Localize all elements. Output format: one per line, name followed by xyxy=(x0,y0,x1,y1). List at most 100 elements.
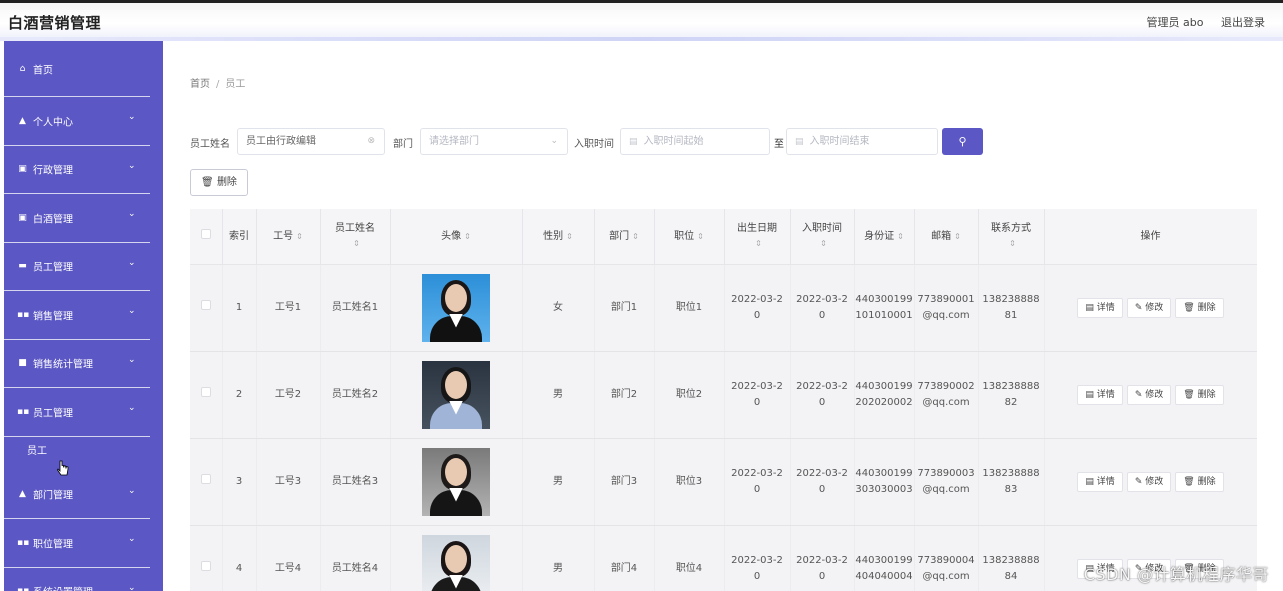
sort-icon[interactable]: ⇕ xyxy=(755,239,762,248)
sidebar-item-label: 部门管理 xyxy=(33,490,73,502)
cell-index: 3 xyxy=(222,438,257,526)
sort-icon[interactable]: ⇕ xyxy=(954,232,961,241)
cell-position: 职位3 xyxy=(654,438,725,526)
sidebar-item-label: 行政管理 xyxy=(33,165,73,177)
edit-button[interactable]: ✎ 修改 xyxy=(1126,384,1172,405)
delete-button[interactable]: 🗑︎ 删除 xyxy=(1175,471,1224,492)
detail-button[interactable]: ▤ 详情 xyxy=(1077,384,1123,405)
sort-icon[interactable]: ⇕ xyxy=(566,232,573,241)
bulk-delete-button[interactable]: 🗑︎ 删除 xyxy=(190,169,248,196)
cell-birth: 2022-03-2 0 xyxy=(724,264,791,352)
search-button[interactable]: ⚲ xyxy=(942,128,983,155)
main-content: 首页 / 员工 员工姓名 员工由行政编辑 ⊗ 部门 请选择部门 ⌄ 入职时间 ▤ 入职… xyxy=(163,41,1283,591)
chevron-down-icon: ⌄ xyxy=(128,160,136,171)
trash-icon: 🗑︎ xyxy=(1183,389,1195,400)
sidebar-item[interactable]: ▣ 行政管理 ⌄ xyxy=(4,146,150,194)
name-search-input[interactable]: 员工由行政编辑 ⊗ xyxy=(237,128,385,155)
col-dept[interactable]: 部门 ⇕ xyxy=(594,209,655,265)
select-all-checkbox[interactable] xyxy=(200,228,211,239)
grid-icon: ▪▪ xyxy=(17,537,30,548)
cell-hire: 2022-03-2 0 xyxy=(790,351,855,439)
cell-phone: 138238888 84 xyxy=(978,525,1045,591)
breadcrumb-home[interactable]: 首页 xyxy=(190,79,210,90)
header-user-area: 管理员 abo 退出登录 xyxy=(1133,14,1265,30)
chevron-down-icon: ⌄ xyxy=(128,306,136,317)
sidebar-subitem-employee[interactable]: 员工 xyxy=(4,437,150,471)
cell-emp-no: 工号2 xyxy=(256,351,321,439)
table-row[interactable]: 2 工号2 员工姓名2 男部门2 职位2 2022-03-2 0 2022-03-2 0 44… xyxy=(190,351,1257,439)
sidebar-item-label: 系统设置管理 xyxy=(33,584,93,591)
trash-icon: 🗑︎ xyxy=(201,177,214,188)
row-checkbox[interactable] xyxy=(200,299,211,310)
col-position[interactable]: 职位 ⇕ xyxy=(654,209,725,265)
cell-birth: 2022-03-2 0 xyxy=(724,525,791,591)
delete-button[interactable]: 🗑︎ 删除 xyxy=(1175,297,1224,318)
col-hire-date[interactable]: 入职时间 ⇕ xyxy=(790,209,855,265)
sort-icon[interactable]: ⇕ xyxy=(897,232,904,241)
sort-icon[interactable]: ⇕ xyxy=(296,232,303,241)
table-row[interactable]: 1 工号1 员工姓名1 女部门1 职位1 2022-03-2 0 2022-03-2 0 44… xyxy=(190,264,1257,352)
sidebar-item[interactable]: ▪▪ 销售管理 ⌄ xyxy=(4,291,150,340)
cell-email: 773890004 @qq.com xyxy=(914,525,979,591)
col-phone[interactable]: 联系方式 ⇕ xyxy=(978,209,1045,265)
col-gender[interactable]: 性别 ⇕ xyxy=(522,209,595,265)
row-checkbox[interactable] xyxy=(200,386,211,397)
sidebar-item[interactable]: ▣ 白酒管理 ⌄ xyxy=(4,194,150,243)
clear-icon[interactable]: ⊗ xyxy=(367,129,375,154)
delete-button[interactable]: 🗑︎ 删除 xyxy=(1175,384,1224,405)
detail-button[interactable]: ▤ 详情 xyxy=(1077,297,1123,318)
avatar-cell xyxy=(390,438,523,526)
col-emp-no[interactable]: 工号 ⇕ xyxy=(256,209,321,265)
name-label: 员工姓名 xyxy=(190,139,230,150)
dept-select[interactable]: 请选择部门 ⌄ xyxy=(420,128,568,155)
detail-button[interactable]: ▤ 详情 xyxy=(1077,471,1123,492)
logout-link[interactable]: 退出登录 xyxy=(1221,16,1265,29)
search-icon: ⚲ xyxy=(958,135,967,148)
admin-label: 管理员 abo xyxy=(1146,16,1204,29)
table-header-row: 索引 工号 ⇕ 员工姓名 ⇕ 头像 ⇕ 性别 ⇕ 部门 ⇕ 职位 ⇕ 出生日期 ⇕ 入职时间 ⇕… xyxy=(190,209,1257,265)
sort-icon[interactable]: ⇕ xyxy=(820,239,827,248)
row-checkbox[interactable] xyxy=(200,560,211,571)
table-row[interactable]: 3 工号3 员工姓名3 男部门3 职位3 2022-03-2 0 2022-03-2 0 44… xyxy=(190,438,1257,526)
sidebar-item[interactable]: ▪▪ 员工管理 ⌄ xyxy=(4,388,150,437)
edit-button[interactable]: ✎ 修改 xyxy=(1126,471,1172,492)
cell-id-card: 440300199 202020002 xyxy=(854,351,915,439)
sort-icon[interactable]: ⇕ xyxy=(632,232,639,241)
sidebar-item[interactable]: ▲ 个人中心 ⌄ xyxy=(4,97,150,146)
chevron-down-icon: ⌄ xyxy=(128,209,136,220)
avatar xyxy=(422,273,490,342)
row-select-cell xyxy=(190,525,223,591)
sidebar-item[interactable]: ⌂ 首页 xyxy=(4,41,150,97)
col-birth-date[interactable]: 出生日期 ⇕ xyxy=(724,209,791,265)
cell-emp-no: 工号1 xyxy=(256,264,321,352)
row-checkbox[interactable] xyxy=(200,473,211,484)
sort-icon[interactable]: ⇕ xyxy=(697,232,704,241)
cell-email: 773890002 @qq.com xyxy=(914,351,979,439)
sidebar-item[interactable]: ▪▪ 系统设置管理 ⌄ xyxy=(4,568,150,591)
hire-date-start-placeholder: 入职时间起始 xyxy=(643,136,704,147)
detail-icon: ▤ xyxy=(1085,389,1094,400)
edit-button[interactable]: ✎ 修改 xyxy=(1126,297,1172,318)
sort-icon[interactable]: ⇕ xyxy=(464,232,471,241)
sort-icon[interactable]: ⇕ xyxy=(1009,239,1016,248)
cell-dept: 部门3 xyxy=(594,438,655,526)
sidebar-item-label: 员工管理 xyxy=(33,408,73,420)
person-icon: ▲ xyxy=(19,489,26,500)
breadcrumb-separator: / xyxy=(216,79,220,90)
sidebar-item[interactable]: ▪▪ 职位管理 ⌄ xyxy=(4,519,150,568)
col-avatar[interactable]: 头像 ⇕ xyxy=(390,209,523,265)
hire-date-label: 入职时间 xyxy=(574,139,614,150)
hire-date-start-input[interactable]: ▤ 入职时间起始 xyxy=(620,128,770,155)
sidebar-item[interactable]: ■ 销售统计管理 ⌄ xyxy=(4,340,150,388)
cell-gender: 男 xyxy=(522,438,595,526)
hire-date-end-input[interactable]: ▤ 入职时间结束 xyxy=(786,128,938,155)
col-email[interactable]: 邮箱 ⇕ xyxy=(914,209,979,265)
col-id-card[interactable]: 身份证 ⇕ xyxy=(854,209,915,265)
edit-icon: ✎ xyxy=(1134,302,1143,313)
sort-icon[interactable]: ⇕ xyxy=(353,239,360,248)
cell-id-card: 440300199 101010001 xyxy=(854,264,915,352)
col-name[interactable]: 员工姓名 ⇕ xyxy=(320,209,391,265)
chevron-down-icon: ⌄ xyxy=(128,257,136,268)
sidebar-item[interactable]: ▲ 部门管理 ⌄ xyxy=(4,471,150,519)
sidebar-item[interactable]: ▬ 员工管理 ⌄ xyxy=(4,243,150,291)
